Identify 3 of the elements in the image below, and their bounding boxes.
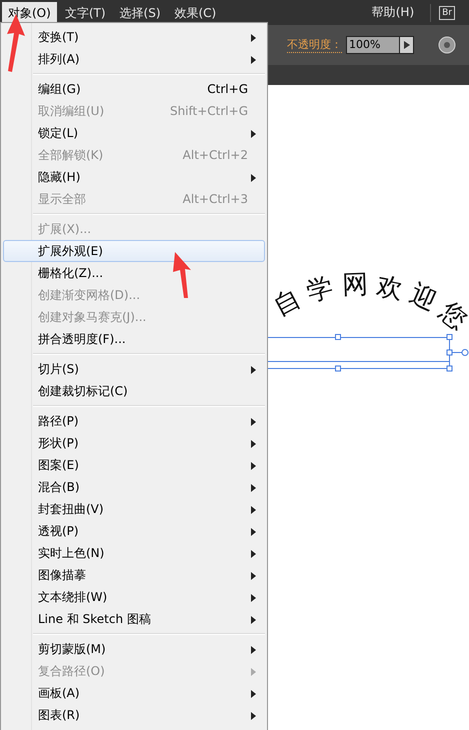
arc-text-character: 网 [340, 270, 370, 301]
arc-text-character: 您 [434, 296, 469, 338]
arc-text-character: 欢 [372, 270, 406, 306]
